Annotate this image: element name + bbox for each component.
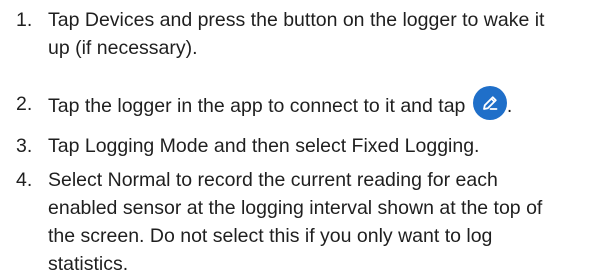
step-number: 2. bbox=[16, 93, 33, 115]
step-line: Tap the logger in the app to connect to … bbox=[48, 86, 608, 120]
step-number: 4. bbox=[16, 169, 33, 191]
step-line: Tap Devices and press the button on the … bbox=[48, 9, 545, 31]
step-line: up (if necessary). bbox=[48, 37, 198, 59]
step-line: statistics. bbox=[48, 253, 129, 275]
step-line: Select Normal to record the current read… bbox=[48, 169, 498, 191]
step-line: enabled sensor at the logging interval s… bbox=[48, 197, 543, 219]
step-text: Tap Devices and press the button on the … bbox=[48, 6, 608, 62]
step-text: Tap the logger in the app to connect to … bbox=[48, 86, 608, 120]
step-text-before-icon: Tap the logger in the app to connect to … bbox=[48, 95, 466, 118]
step-line: Tap Logging Mode and then select Fixed L… bbox=[48, 135, 480, 157]
step-text: Tap Logging Mode and then select Fixed L… bbox=[48, 132, 608, 160]
step-number: 1. bbox=[16, 9, 33, 31]
edit-icon bbox=[472, 86, 507, 120]
step-line: the screen. Do not select this if you on… bbox=[48, 225, 493, 247]
step-text: Select Normal to record the current read… bbox=[48, 166, 608, 278]
step-text-after-icon: . bbox=[506, 95, 513, 118]
instruction-list: 1. Tap Devices and press the button on t… bbox=[0, 0, 612, 277]
step-number: 3. bbox=[16, 135, 33, 157]
